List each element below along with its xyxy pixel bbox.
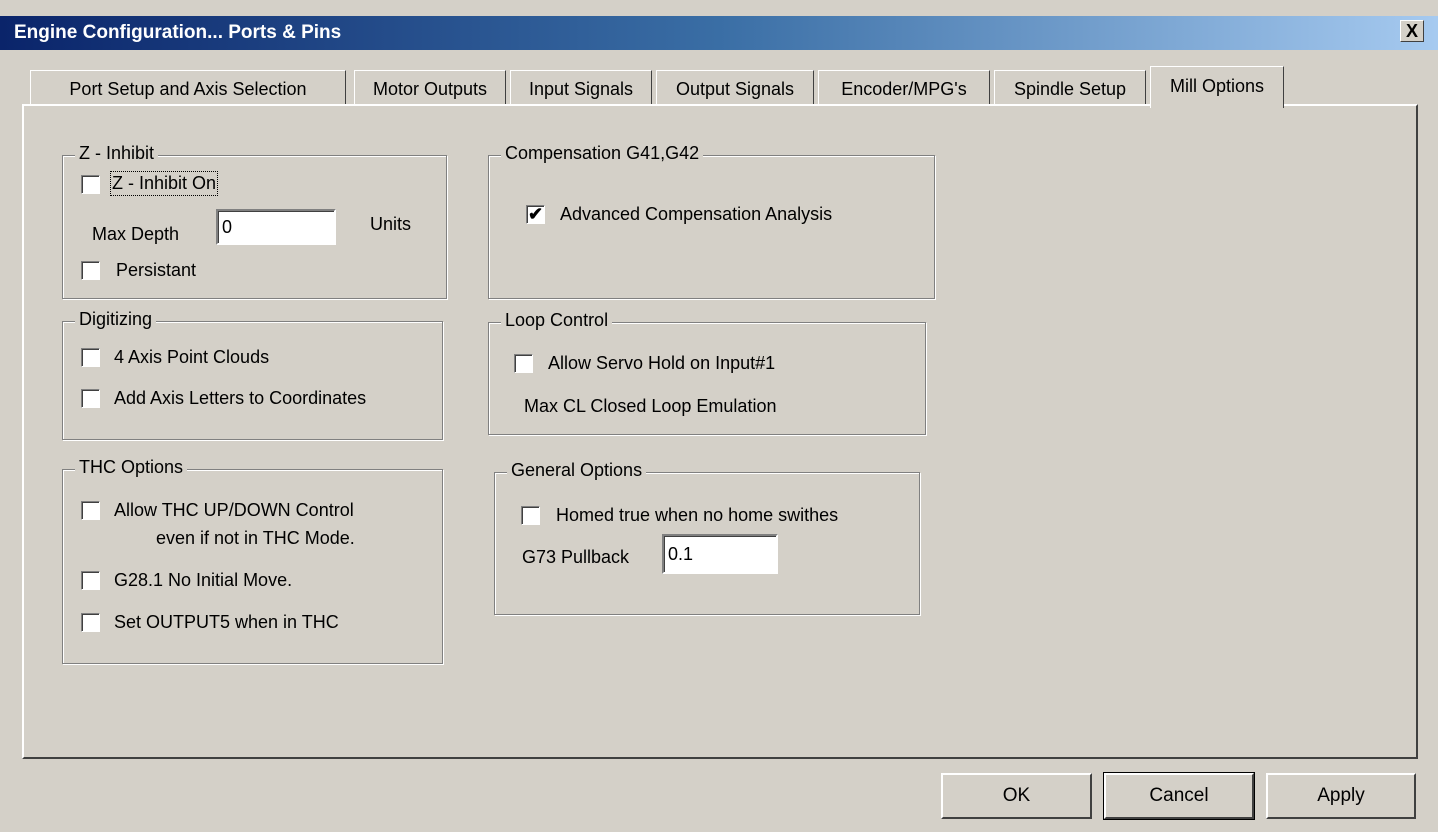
- tab-input-signals[interactable]: Input Signals: [510, 70, 652, 106]
- g73-pullback-input[interactable]: [662, 534, 778, 574]
- output5-label[interactable]: Set OUTPUT5 when in THC: [114, 612, 339, 633]
- servo-hold-label[interactable]: Allow Servo Hold on Input#1: [548, 353, 775, 374]
- g28-label[interactable]: G28.1 No Initial Move.: [114, 570, 292, 591]
- window-title: Engine Configuration... Ports & Pins: [14, 22, 342, 43]
- digitizing-group: Digitizing: [62, 309, 443, 440]
- allow-thc-updown-label[interactable]: Allow THC UP/DOWN Control: [114, 500, 354, 521]
- cancel-button[interactable]: Cancel: [1103, 772, 1255, 820]
- z-inhibit-on-checkbox[interactable]: [81, 175, 100, 194]
- axis-letters-checkbox[interactable]: [81, 389, 100, 408]
- ok-button[interactable]: OK: [941, 773, 1092, 819]
- thc-options-group: THC Options: [62, 457, 443, 664]
- max-cl-label: Max CL Closed Loop Emulation: [524, 396, 777, 416]
- point-clouds-checkbox[interactable]: [81, 348, 100, 367]
- tab-port-setup[interactable]: Port Setup and Axis Selection: [30, 70, 346, 106]
- tab-spindle-setup[interactable]: Spindle Setup: [994, 70, 1146, 106]
- max-depth-input[interactable]: [216, 209, 336, 245]
- title-bar: Engine Configuration... Ports & Pins X: [0, 16, 1438, 50]
- loop-control-group: Loop Control: [488, 310, 926, 435]
- tab-mill-options[interactable]: Mill Options: [1150, 66, 1284, 108]
- homed-true-checkbox[interactable]: [521, 506, 540, 525]
- digitizing-legend: Digitizing: [75, 309, 157, 330]
- g28-checkbox[interactable]: [81, 571, 100, 590]
- z-inhibit-on-label[interactable]: Z - Inhibit On: [109, 171, 219, 196]
- allow-thc-updown-label-line2: even if not in THC Mode.: [156, 528, 355, 548]
- persistant-label[interactable]: Persistant: [116, 260, 196, 281]
- allow-thc-updown-checkbox[interactable]: [81, 501, 100, 520]
- loop-control-legend: Loop Control: [501, 310, 613, 331]
- close-icon[interactable]: X: [1400, 20, 1424, 42]
- servo-hold-checkbox[interactable]: [514, 354, 533, 373]
- homed-true-label[interactable]: Homed true when no home swithes: [556, 505, 838, 526]
- tab-motor-outputs[interactable]: Motor Outputs: [354, 70, 506, 106]
- advanced-compensation-checkbox[interactable]: ✔: [526, 205, 545, 224]
- point-clouds-label[interactable]: 4 Axis Point Clouds: [114, 347, 269, 368]
- output5-checkbox[interactable]: [81, 613, 100, 632]
- persistant-checkbox[interactable]: [81, 261, 100, 280]
- z-inhibit-legend: Z - Inhibit: [75, 143, 159, 164]
- axis-letters-label[interactable]: Add Axis Letters to Coordinates: [114, 388, 366, 409]
- general-options-legend: General Options: [507, 460, 647, 481]
- apply-button[interactable]: Apply: [1266, 773, 1416, 819]
- thc-options-legend: THC Options: [75, 457, 188, 478]
- units-label: Units: [370, 214, 412, 234]
- compensation-legend: Compensation G41,G42: [501, 143, 704, 164]
- max-depth-label: Max Depth: [92, 224, 180, 244]
- tab-encoder-mpg[interactable]: Encoder/MPG's: [818, 70, 990, 106]
- g73-pullback-label: G73 Pullback: [522, 547, 630, 567]
- advanced-compensation-label[interactable]: Advanced Compensation Analysis: [560, 204, 832, 225]
- compensation-group: Compensation G41,G42: [488, 143, 935, 299]
- tab-output-signals[interactable]: Output Signals: [656, 70, 814, 106]
